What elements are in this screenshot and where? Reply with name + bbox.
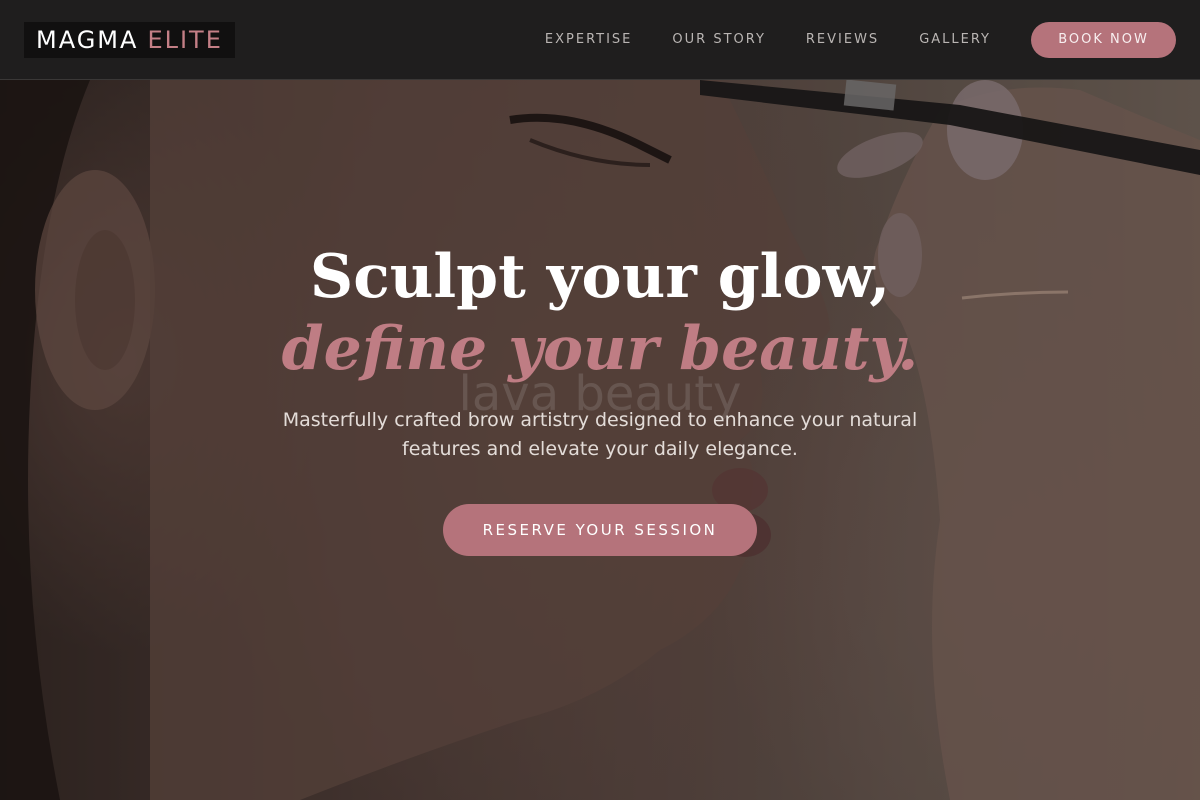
brand-name-primary: MAGMA bbox=[36, 25, 139, 54]
hero-headline-line2: define your beauty. bbox=[281, 314, 919, 384]
main-navigation: EXPERTISE OUR STORY REVIEWS GALLERY BOOK… bbox=[545, 21, 1176, 58]
book-now-button[interactable]: BOOK NOW bbox=[1031, 21, 1176, 58]
reserve-session-button[interactable]: RESERVE YOUR SESSION bbox=[443, 504, 757, 556]
hero-headline-line1: Sculpt your glow, bbox=[309, 242, 891, 312]
top-navbar: MAGMA ELITE EXPERTISE OUR STORY REVIEWS … bbox=[0, 0, 1200, 80]
brand-logo[interactable]: MAGMA ELITE bbox=[24, 21, 235, 58]
brand-name-accent: ELITE bbox=[147, 25, 223, 54]
hero-subtext: Masterfully crafted brow artistry design… bbox=[282, 409, 918, 460]
nav-link-gallery[interactable]: GALLERY bbox=[919, 32, 991, 47]
hero-section: Sculpt your glow, define your beauty. Ma… bbox=[0, 240, 1200, 556]
nav-link-our-story[interactable]: OUR STORY bbox=[672, 32, 765, 47]
nav-link-expertise[interactable]: EXPERTISE bbox=[545, 32, 633, 47]
nav-link-reviews[interactable]: REVIEWS bbox=[806, 32, 879, 47]
